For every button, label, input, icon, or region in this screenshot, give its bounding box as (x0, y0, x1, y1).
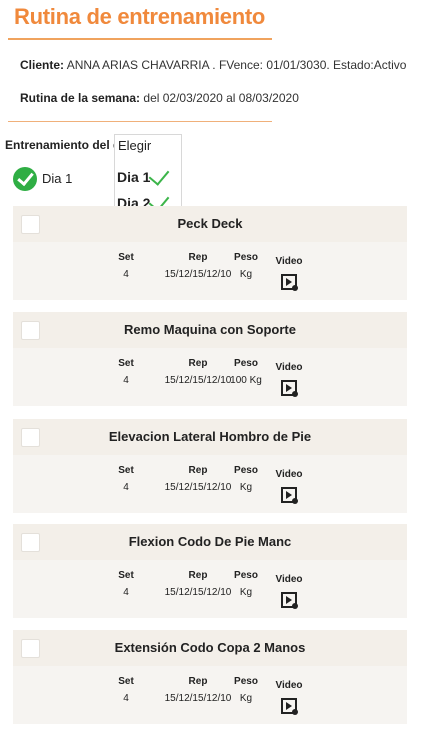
exercise-details: Set 4 Rep 15/12/15/12/10 Peso 100 Kg Vid… (13, 348, 407, 406)
exercise-card: Flexion Codo De Pie Manc Set 4 Rep 15/12… (13, 524, 407, 618)
peso-value: Kg (239, 269, 253, 280)
client-label: Cliente: (20, 58, 65, 72)
video-header: Video (275, 362, 303, 373)
exercise-name: Remo Maquina con Soporte (124, 322, 296, 337)
exercise-header: Remo Maquina con Soporte (13, 312, 407, 348)
client-info: Cliente: ANNA ARIAS CHAVARRIA . FVence: … (20, 58, 406, 72)
peso-header: Peso (234, 358, 258, 369)
exercise-header: Extensión Codo Copa 2 Manos (13, 630, 407, 666)
peso-header: Peso (234, 465, 258, 476)
video-play-icon[interactable] (281, 274, 298, 291)
client-value: ANNA ARIAS CHAVARRIA . FVence: 01/01/303… (66, 58, 407, 72)
peso-column: Peso Kg (225, 676, 267, 704)
video-play-icon[interactable] (281, 380, 298, 397)
set-value: 4 (123, 587, 129, 598)
peso-column: Peso Kg (225, 252, 267, 280)
set-value: 4 (123, 269, 129, 280)
check-circle-icon (13, 167, 37, 191)
peso-header: Peso (234, 676, 258, 687)
set-column: Set 4 (111, 252, 141, 280)
set-column: Set 4 (111, 570, 141, 598)
set-value: 4 (123, 482, 129, 493)
exercise-details: Set 4 Rep 15/12/15/12/10 Peso Kg Video (13, 455, 407, 513)
checkmark-icon (148, 164, 170, 186)
peso-header: Peso (234, 570, 258, 581)
peso-column: Peso 100 Kg (225, 358, 267, 386)
set-header: Set (118, 358, 134, 369)
set-column: Set 4 (111, 465, 141, 493)
info-divider (8, 121, 272, 122)
video-play-icon[interactable] (281, 698, 298, 715)
video-play-icon[interactable] (281, 592, 298, 609)
week-routine-label: Rutina de la semana: (20, 91, 141, 105)
dropdown-option-dia-1[interactable]: Dia 1 (117, 169, 150, 185)
set-column: Set 4 (111, 676, 141, 704)
exercise-name: Peck Deck (177, 216, 243, 231)
set-header: Set (118, 676, 134, 687)
video-header: Video (275, 574, 303, 585)
dropdown-placeholder[interactable]: Elegir (118, 138, 151, 153)
peso-column: Peso Kg (225, 570, 267, 598)
exercise-name: Extensión Codo Copa 2 Manos (114, 640, 306, 655)
set-column: Set 4 (111, 358, 141, 386)
peso-column: Peso Kg (225, 465, 267, 493)
exercise-card: Extensión Codo Copa 2 Manos Set 4 Rep 15… (13, 630, 407, 724)
set-value: 4 (123, 693, 129, 704)
set-header: Set (118, 465, 134, 476)
title-divider (8, 38, 272, 40)
exercise-header: Flexion Codo De Pie Manc (13, 524, 407, 560)
exercise-details: Set 4 Rep 15/12/15/12/10 Peso Kg Video (13, 666, 407, 724)
video-column: Video (271, 362, 307, 373)
selected-day: Dia 1 (42, 171, 73, 186)
video-column: Video (271, 256, 307, 267)
week-routine-info: Rutina de la semana: del 02/03/2020 al 0… (20, 91, 299, 105)
exercise-card: Remo Maquina con Soporte Set 4 Rep 15/12… (13, 312, 407, 406)
exercise-name: Flexion Codo De Pie Manc (128, 534, 292, 549)
peso-value: 100 Kg (230, 375, 262, 386)
video-column: Video (271, 469, 307, 480)
video-column: Video (271, 574, 307, 585)
exercise-details: Set 4 Rep 15/12/15/12/10 Peso Kg Video (13, 560, 407, 618)
exercise-name: Elevacion Lateral Hombro de Pie (108, 429, 312, 444)
peso-value: Kg (239, 482, 253, 493)
video-header: Video (275, 469, 303, 480)
exercise-card: Peck Deck Set 4 Rep 15/12/15/12/10 Peso … (13, 206, 407, 300)
week-routine-value: del 02/03/2020 al 08/03/2020 (143, 91, 299, 105)
set-value: 4 (123, 375, 129, 386)
set-header: Set (118, 570, 134, 581)
peso-value: Kg (239, 693, 253, 704)
video-play-icon[interactable] (281, 487, 298, 504)
exercise-card: Elevacion Lateral Hombro de Pie Set 4 Re… (13, 419, 407, 513)
video-header: Video (275, 256, 303, 267)
peso-value: Kg (239, 587, 253, 598)
exercise-header: Elevacion Lateral Hombro de Pie (13, 419, 407, 455)
set-header: Set (118, 252, 134, 263)
exercise-details: Set 4 Rep 15/12/15/12/10 Peso Kg Video (13, 242, 407, 300)
peso-header: Peso (234, 252, 258, 263)
video-header: Video (275, 680, 303, 691)
video-column: Video (271, 680, 307, 691)
exercise-header: Peck Deck (13, 206, 407, 242)
page-title: Rutina de entrenamiento (14, 4, 266, 29)
